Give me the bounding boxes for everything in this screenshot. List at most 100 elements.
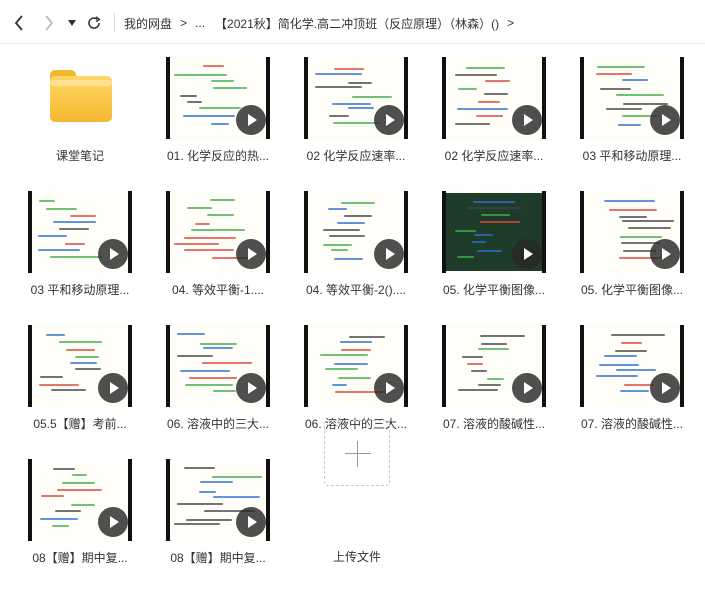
play-icon[interactable] (650, 373, 680, 403)
back-button[interactable] (10, 14, 28, 32)
thumbnail-note-stroke (617, 123, 642, 126)
video-item[interactable]: 07. 溶液的酸碱性... (552, 318, 684, 446)
thumbnail-note-stroke (477, 101, 500, 104)
video-item[interactable]: 02 化学反应速率... (414, 50, 546, 178)
video-thumbnail (442, 57, 546, 139)
refresh-button[interactable] (86, 14, 102, 32)
thumbnail-note-stroke (183, 114, 236, 117)
video-item[interactable]: 05. 化学平衡图像... (414, 184, 546, 312)
video-item[interactable]: 05. 化学平衡图像... (552, 184, 684, 312)
video-label: 06. 溶液中的三大... (166, 417, 270, 431)
thumbnail-note-stroke (45, 333, 65, 336)
play-icon[interactable] (512, 105, 542, 135)
thumbnail-note-stroke (484, 93, 508, 96)
folder-item[interactable]: 课堂笔记 (0, 50, 130, 178)
video-label: 01. 化学反应的热... (166, 149, 270, 163)
thumbnail-note-stroke (210, 79, 235, 82)
play-icon[interactable] (650, 105, 680, 135)
thumbnail-note-stroke (334, 362, 368, 365)
video-thumbnail (580, 57, 684, 139)
breadcrumb-current[interactable]: 【2021秋】简化学.高二冲顶班（反应原理）（林森）() (215, 15, 499, 32)
video-item[interactable]: 04. 等效平衡-2().... (276, 184, 408, 312)
thumbnail-note-stroke (195, 222, 211, 225)
video-label: 03 平和移动原理... (582, 149, 682, 163)
chevron-left-icon (14, 15, 24, 31)
thumbnail-note-stroke (479, 334, 525, 337)
thumbnail-note-stroke (337, 377, 371, 380)
upload-button[interactable] (324, 420, 390, 486)
play-icon[interactable] (98, 507, 128, 537)
thumbnail-note-stroke (619, 390, 649, 393)
video-label: 02 化学反应速率... (306, 149, 406, 163)
video-label: 03 平和移动原理... (30, 283, 130, 297)
video-item[interactable]: 05.5【赠】考前... (0, 318, 132, 446)
video-label: 07. 溶液的酸碱性... (580, 417, 684, 431)
thumbnail-note-stroke (40, 376, 64, 379)
thumbnail-note-stroke (618, 215, 648, 218)
thumbnail-note-stroke (206, 213, 234, 216)
video-label: 08【赠】期中复... (170, 551, 266, 565)
play-icon[interactable] (374, 373, 404, 403)
thumbnail-note-stroke (477, 347, 510, 350)
thumbnail-note-stroke (323, 243, 353, 246)
play-icon[interactable] (98, 373, 128, 403)
play-icon[interactable] (236, 507, 266, 537)
video-item[interactable]: 03 平和移动原理... (552, 50, 684, 178)
thumbnail-note-stroke (177, 355, 214, 358)
forward-button[interactable] (40, 14, 58, 32)
thumbnail-note-stroke (334, 67, 365, 70)
video-item[interactable]: 04. 等效平衡-1.... (138, 184, 270, 312)
video-item[interactable]: 08【赠】期中复... (0, 452, 132, 580)
thumbnail-note-stroke (348, 335, 385, 338)
play-icon[interactable] (374, 105, 404, 135)
video-thumbnail (442, 191, 546, 273)
thumbnail-note-stroke (455, 229, 476, 232)
thumbnail-note-stroke (595, 72, 632, 75)
thumbnail-note-stroke (608, 208, 657, 211)
thumbnail-note-stroke (455, 74, 497, 77)
history-dropdown-button[interactable] (66, 14, 78, 32)
play-icon[interactable] (236, 239, 266, 269)
thumbnail-note-stroke (622, 220, 675, 222)
video-item[interactable]: 06. 溶液中的三大... (138, 318, 270, 446)
breadcrumb-separator: > (180, 16, 188, 30)
play-icon[interactable] (374, 239, 404, 269)
play-icon[interactable] (512, 373, 542, 403)
thumbnail-note-stroke (481, 214, 510, 217)
thumbnail-note-stroke (457, 389, 498, 392)
video-item[interactable]: 02 化学反应速率... (276, 50, 408, 178)
folder-icon (50, 70, 112, 122)
thumbnail-note-stroke (616, 93, 664, 96)
thumbnail-note-stroke (50, 389, 86, 392)
thumbnail-note-stroke (611, 334, 665, 337)
play-icon[interactable] (512, 239, 542, 269)
video-item[interactable]: 03 平和移动原理... (0, 184, 132, 312)
breadcrumb-root[interactable]: 我的网盘 (124, 15, 172, 32)
thumbnail-note-stroke (69, 214, 96, 217)
thumbnail-note-stroke (69, 361, 97, 364)
thumbnail-note-stroke (38, 249, 81, 252)
breadcrumb-separator[interactable]: > (507, 16, 514, 30)
video-item[interactable]: 07. 溶液的酸碱性... (414, 318, 546, 446)
thumbnail-note-stroke (479, 220, 520, 223)
thumbnail-note-stroke (65, 242, 86, 245)
video-thumbnail (304, 191, 408, 273)
video-item[interactable]: 01. 化学反应的热... (138, 50, 270, 178)
thumbnail-note-stroke (616, 368, 656, 371)
thumbnail-note-stroke (486, 377, 505, 380)
thumbnail-note-stroke (212, 475, 263, 478)
thumbnail-note-stroke (186, 518, 233, 521)
thumbnail-note-stroke (185, 383, 234, 386)
thumbnail-note-stroke (323, 229, 361, 232)
thumbnail-note-stroke (480, 342, 508, 345)
thumbnail-note-stroke (58, 228, 89, 231)
thumbnail-note-stroke (59, 341, 102, 344)
video-item[interactable]: 08【赠】期中复... (138, 452, 270, 580)
play-icon[interactable] (650, 239, 680, 269)
play-icon[interactable] (98, 239, 128, 269)
thumbnail-note-stroke (337, 221, 366, 224)
play-icon[interactable] (236, 373, 266, 403)
breadcrumb-ellipsis[interactable]: ... (195, 16, 205, 30)
play-icon[interactable] (236, 105, 266, 135)
thumbnail-note-stroke (619, 235, 663, 238)
